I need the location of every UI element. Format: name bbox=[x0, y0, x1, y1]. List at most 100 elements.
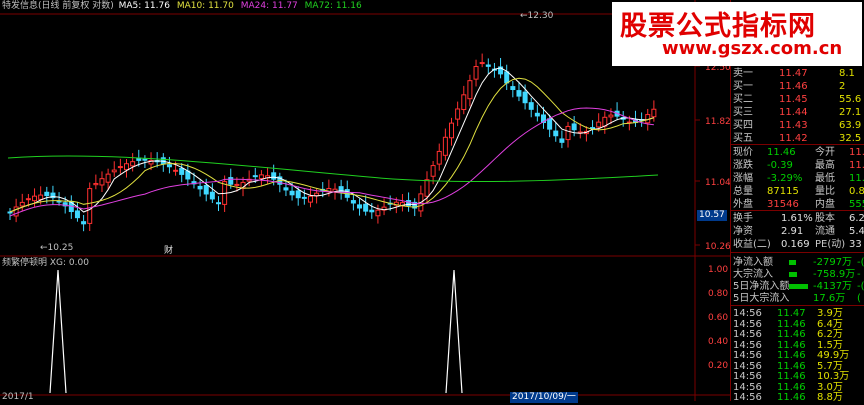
candle-body bbox=[651, 108, 657, 118]
high-price-label: ←12.30 bbox=[520, 11, 554, 21]
cursor-price-box: 10.57 bbox=[697, 210, 727, 221]
order-price: 11.44 bbox=[779, 107, 808, 118]
signal-spike bbox=[49, 269, 67, 394]
stat-label: 净资 bbox=[733, 226, 753, 237]
candle-body bbox=[203, 185, 209, 195]
stat-label: PE(动) bbox=[815, 239, 846, 250]
order-price: 11.46 bbox=[779, 81, 808, 92]
ma72-value: MA72: 11.16 bbox=[304, 1, 362, 11]
flow-row: 5日大宗流入 17.6万 ( bbox=[731, 292, 864, 305]
candle-body bbox=[338, 186, 344, 193]
stat-value: 87115 bbox=[767, 186, 799, 197]
candle-body bbox=[608, 114, 614, 118]
candle-body bbox=[7, 211, 13, 214]
candle-body bbox=[117, 166, 123, 169]
candle-body bbox=[455, 108, 461, 120]
candle-body bbox=[442, 136, 448, 156]
candle-body bbox=[252, 175, 258, 178]
sub-y-tick-5: 0.20 bbox=[708, 361, 729, 371]
order-label: 买二 bbox=[733, 94, 753, 105]
candle-body bbox=[485, 64, 491, 67]
candle-body bbox=[461, 94, 467, 111]
candle-body bbox=[228, 177, 234, 185]
candle-body bbox=[436, 150, 442, 165]
stat-label: 收益(二) bbox=[733, 239, 771, 250]
order-book-row: 买一 11.46 2 bbox=[731, 80, 864, 93]
candle-body bbox=[142, 158, 148, 161]
order-volume: 27.1 bbox=[839, 107, 862, 118]
candle-body bbox=[19, 201, 25, 207]
order-volume: 63.9 bbox=[839, 120, 862, 131]
y-tick-4: 10.26 bbox=[705, 242, 731, 252]
indicator-name: 特发信息(日线 前复权 对数) bbox=[2, 1, 114, 11]
stat-value: 0.169 bbox=[781, 239, 810, 250]
stat-value: 11.46 bbox=[767, 147, 796, 158]
candle-body bbox=[547, 118, 553, 130]
ma5-value: MA5: 11.76 bbox=[118, 1, 170, 11]
stat-value: 0.8 bbox=[849, 186, 864, 197]
order-book-row: 卖一 11.47 8.1 bbox=[731, 67, 864, 80]
candle-body bbox=[283, 187, 289, 191]
watermark-url: www.gszx.com.cn bbox=[662, 38, 843, 59]
ma5-line bbox=[9, 67, 655, 213]
candle-body bbox=[234, 183, 240, 186]
candle-body bbox=[258, 174, 264, 180]
stat-label: 量比 bbox=[815, 186, 835, 197]
candle-body bbox=[271, 172, 277, 180]
stat-value: 33 bbox=[849, 239, 862, 250]
candle-body bbox=[363, 203, 369, 212]
finance-marker[interactable]: 财 bbox=[164, 246, 173, 257]
candle-body bbox=[74, 210, 80, 219]
low-price-label: ←10.25 bbox=[40, 243, 74, 253]
candle-body bbox=[473, 66, 479, 80]
candle-body bbox=[553, 130, 559, 137]
order-price: 11.45 bbox=[779, 94, 808, 105]
stat-label: 最低 bbox=[815, 173, 835, 184]
order-label: 买一 bbox=[733, 81, 753, 92]
sub-y-tick-4: 0.40 bbox=[708, 337, 729, 347]
candle-body bbox=[307, 195, 313, 203]
candle-body bbox=[166, 164, 172, 168]
stat-label: 最高 bbox=[815, 160, 835, 171]
y-tick-3: 11.04 bbox=[705, 178, 731, 188]
candle-body bbox=[289, 190, 295, 196]
candle-body bbox=[571, 123, 577, 131]
date-cursor: 2017/10/09/一 bbox=[510, 392, 578, 403]
divider bbox=[731, 210, 864, 211]
site-watermark: 股票公式指标网 www.gszx.com.cn bbox=[612, 2, 862, 66]
stat-label: 流通 bbox=[815, 226, 835, 237]
ma24-value: MA24: 11.77 bbox=[240, 1, 298, 11]
order-label: 卖一 bbox=[733, 68, 753, 79]
candle-body bbox=[301, 196, 307, 199]
signal-spike bbox=[445, 269, 463, 394]
candle-body bbox=[375, 209, 381, 217]
order-label: 买四 bbox=[733, 120, 753, 131]
stats-row: 现价 11.46 今开 11.8 bbox=[731, 146, 864, 159]
order-volume: 8.1 bbox=[839, 68, 855, 79]
candle-body bbox=[44, 191, 50, 197]
candle-body bbox=[197, 185, 203, 190]
stat-label: 总量 bbox=[733, 186, 753, 197]
order-label: 买三 bbox=[733, 107, 753, 118]
stats2-row: 收益(二) 0.169 PE(动) 33 bbox=[731, 238, 864, 251]
stat-value: -3.29% bbox=[767, 173, 803, 184]
stat-value: 6.27 bbox=[849, 213, 864, 224]
stat-label: 股本 bbox=[815, 213, 835, 224]
y-tick-2: 11.82 bbox=[705, 117, 731, 127]
candle-body bbox=[130, 161, 136, 167]
candle-body bbox=[504, 71, 510, 84]
candle-body bbox=[559, 138, 565, 143]
stat-value: 11.4 bbox=[849, 173, 864, 184]
order-price: 11.43 bbox=[779, 120, 808, 131]
stat-value: 5.42 bbox=[849, 226, 864, 237]
order-book-row: 买四 11.43 63.9 bbox=[731, 119, 864, 132]
flow-label: 5日大宗流入 bbox=[733, 293, 790, 304]
stat-label: 涨跌 bbox=[733, 160, 753, 171]
candle-body bbox=[467, 80, 473, 100]
candle-body bbox=[528, 102, 534, 110]
candle-body bbox=[479, 62, 485, 65]
divider bbox=[731, 252, 864, 253]
stat-value: 1.61% bbox=[781, 213, 813, 224]
order-volume: 55.6 bbox=[839, 94, 862, 105]
sub-y-tick-2: 0.80 bbox=[708, 289, 729, 299]
